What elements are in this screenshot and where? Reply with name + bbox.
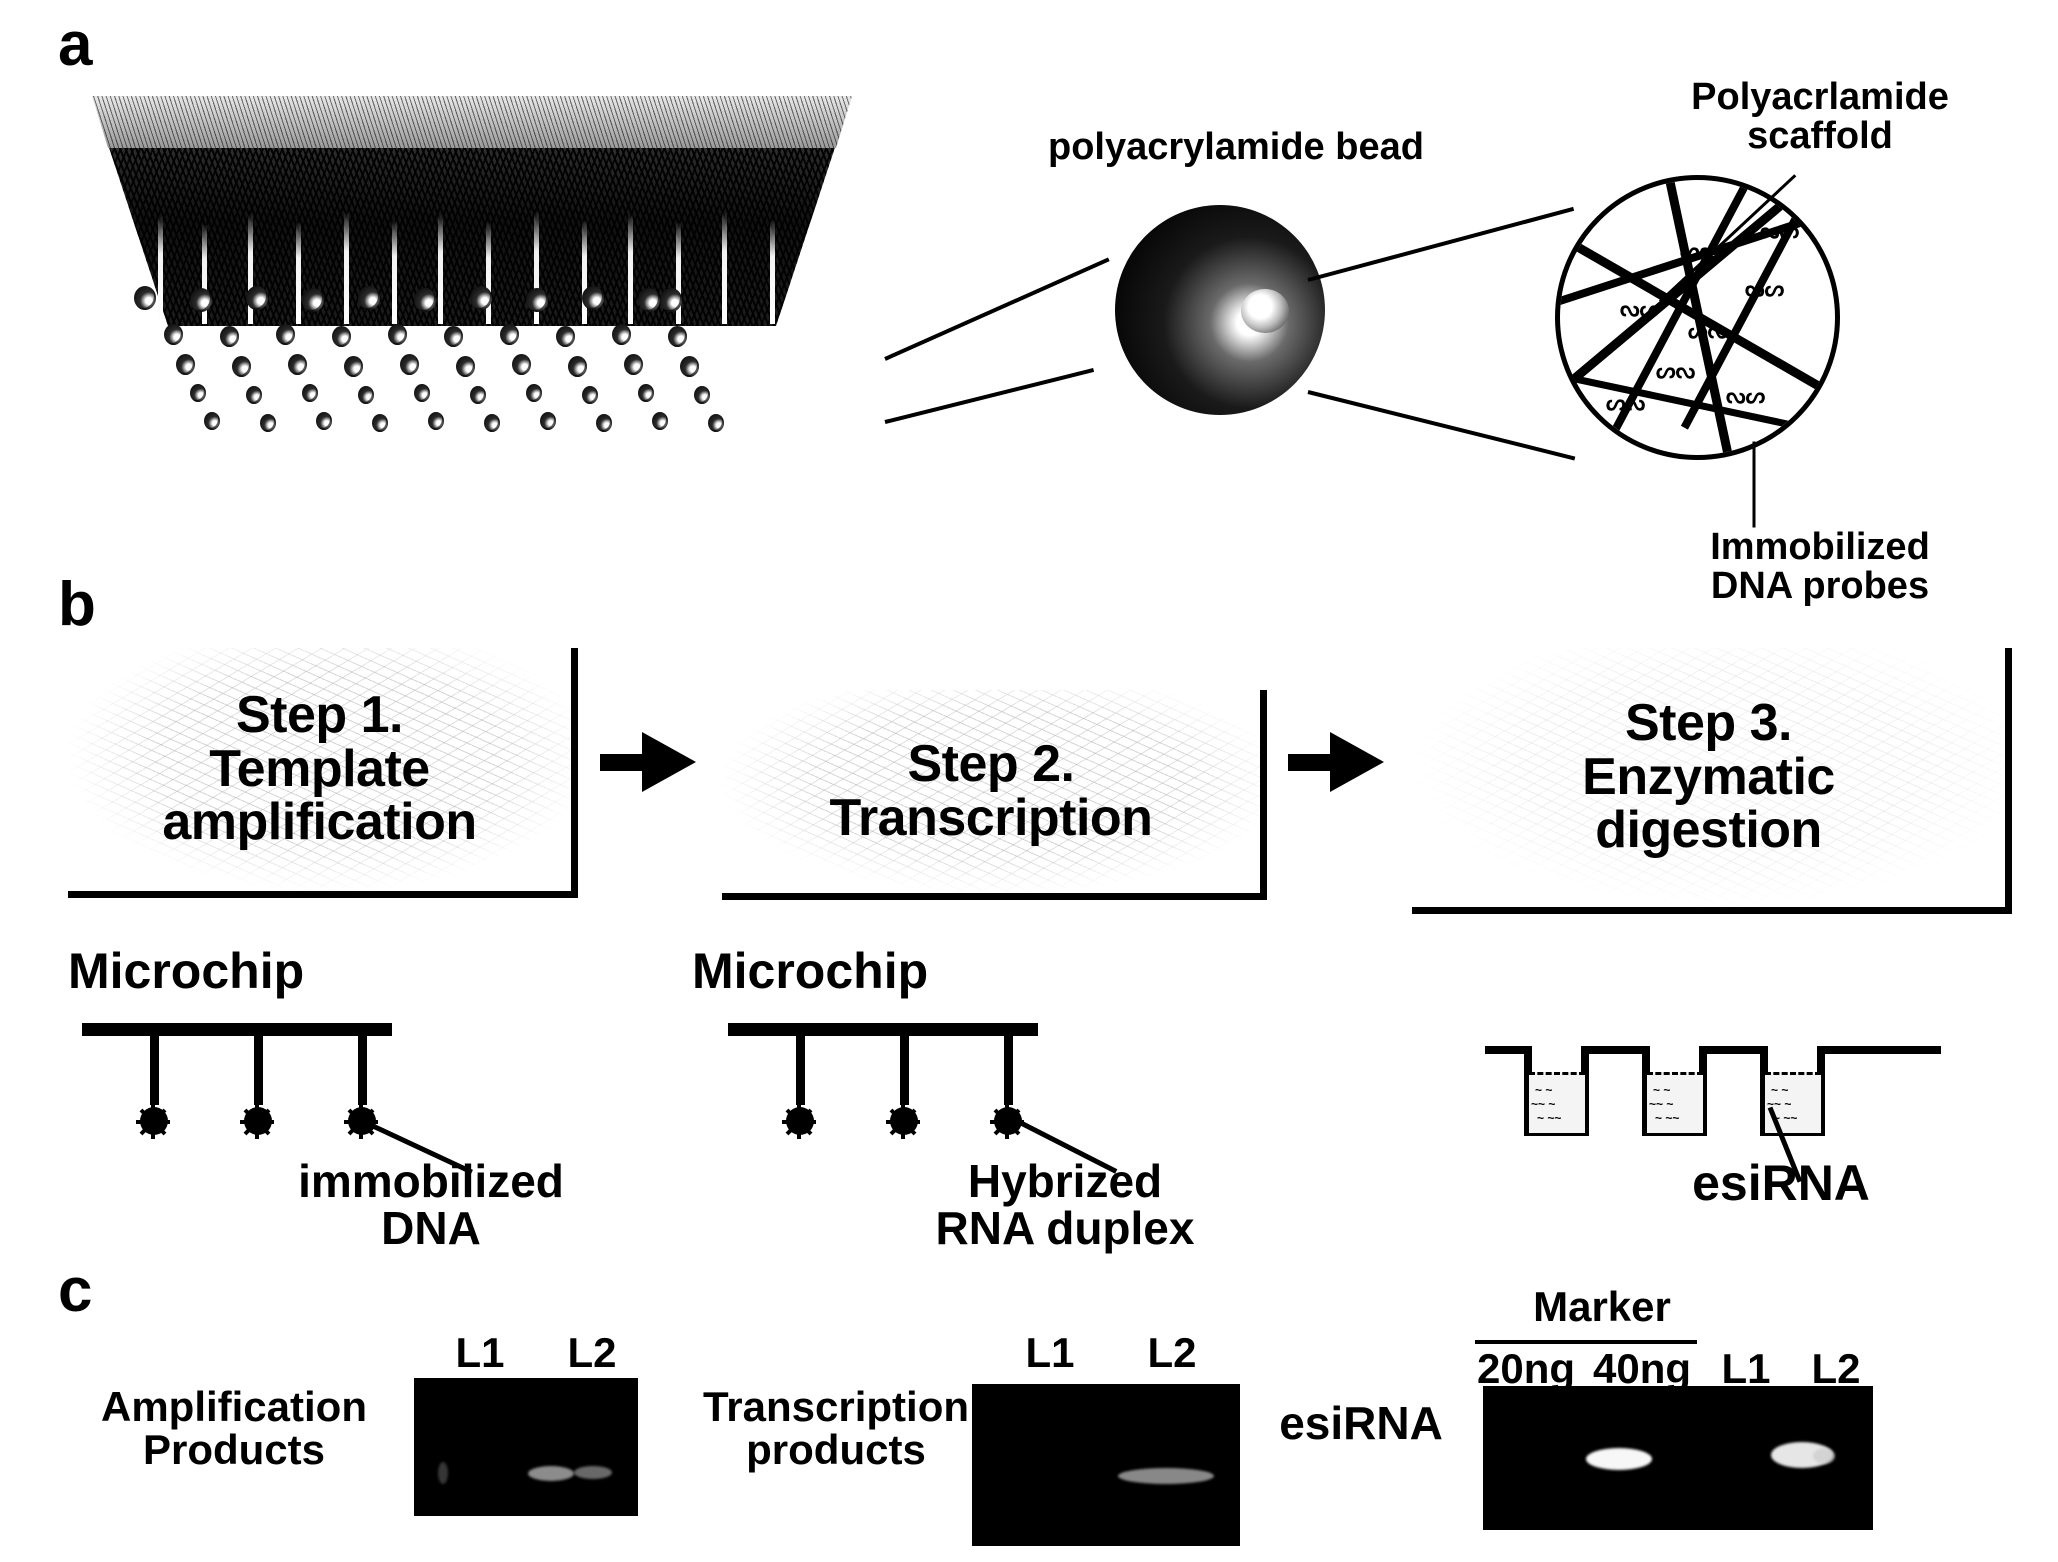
leader-line-chip-to-bead-lower <box>884 368 1095 424</box>
gel-3-band-l2-smear <box>1813 1448 1835 1464</box>
gel-image-esirna <box>1483 1386 1873 1530</box>
gel-1-band-l2b <box>574 1466 612 1479</box>
gel-3-lane-header-20ng: 20ng <box>1476 1345 1576 1392</box>
immobilized-dna-bead-1a <box>131 1098 177 1144</box>
microchip-label-1: Microchip <box>68 943 305 999</box>
step-1-number: Step 1. <box>236 686 404 745</box>
bead-stem-1b <box>254 1030 263 1105</box>
polyacrylamide-scaffold-label: Polyacrlamide scaffold <box>1691 76 1949 157</box>
step-3-line3: digestion <box>1595 801 1822 860</box>
step-2-line2: Transcription <box>829 788 1153 847</box>
microchip-label-2: Microchip <box>692 943 929 999</box>
hanging-bead-array <box>72 96 902 432</box>
gel-3-lane-header-l2: L2 <box>1811 1345 1861 1392</box>
microchip-surface-bar-1 <box>82 1023 392 1036</box>
leader-line-chip-to-bead-upper <box>884 257 1110 361</box>
gel-2-row-label: Transcription products <box>702 1383 970 1473</box>
immobilized-dna-bead-1b <box>235 1098 281 1144</box>
step-2-number: Step 2. <box>907 734 1075 793</box>
step-2-box[interactable]: Step 2. Transcription <box>722 690 1267 900</box>
gel-1-row-label: Amplification Products <box>100 1383 367 1473</box>
dna-probe-squiggle-icon: ᔓᔕ <box>1726 383 1766 408</box>
step-1-line2: Template <box>209 739 430 798</box>
dna-probe-squiggle-icon: ᔕᔓ <box>1606 390 1646 415</box>
gel-3-band-40ng <box>1586 1448 1652 1470</box>
gel-1-lane-header-l2: L2 <box>567 1329 617 1376</box>
panel-c-letter: c <box>58 1256 92 1325</box>
panel-b-letter: b <box>58 570 96 639</box>
gel-2-lane-header-l1: L1 <box>1025 1329 1075 1376</box>
dna-probe-squiggle-icon: ᔓᔕ <box>1760 218 1800 243</box>
rna-duplex-bead-2a <box>777 1098 823 1144</box>
bead-stem-1a <box>150 1030 159 1105</box>
gel-3-row-label: esiRNA <box>1279 1397 1443 1449</box>
arrow-right-icon-1 <box>600 732 696 792</box>
well-liquid-2: ~ ~ ~~ ~ ~ ~~ <box>1647 1072 1703 1133</box>
gel-1-band-l2a <box>528 1466 574 1481</box>
gel-3-lane-header-l1: L1 <box>1721 1345 1771 1392</box>
esirna-callout: esiRNA <box>1692 1155 1870 1211</box>
dna-probe-squiggle-icon: ᔓᔕ <box>1620 296 1660 321</box>
polyacrylamide-scaffold-magnifier: ᔓᔕ ᔕᔓ ᔓᔕ ᔕᔓ ᔓᔕ ᔕᔓ ᔓᔕ ᔕᔓ <box>1555 175 1840 460</box>
step-3-box[interactable]: Step 3. Enzymatic digestion <box>1412 648 2012 914</box>
leader-line-dna-probes-label <box>1752 441 1756 528</box>
gel-2-lane-header-l2: L2 <box>1147 1329 1197 1376</box>
well-liquid-1: ~ ~ ~~ ~ ~ ~~ <box>1529 1072 1585 1133</box>
polyacrylamide-bead-label: polyacrylamide bead <box>1048 126 1424 168</box>
rna-duplex-callout: Hybrized RNA duplex <box>935 1155 1195 1254</box>
dna-probe-squiggle-icon: ᔕᔓ <box>1656 358 1696 383</box>
gel-1-band-l1-trace <box>438 1462 448 1484</box>
bead-stem-1c <box>358 1030 367 1105</box>
leader-line-bead-to-scaffold-lower <box>1307 390 1576 461</box>
gel-3-marker-underline <box>1475 1340 1697 1344</box>
gel-3-marker-group-label: Marker <box>1533 1283 1671 1330</box>
bead-specular-highlight <box>1241 289 1289 333</box>
dna-probe-squiggle-icon: ᔓᔕ <box>1745 276 1785 301</box>
polyacrylamide-bead-illustration <box>1115 205 1325 415</box>
gel-1-lane-header-l1: L1 <box>455 1329 505 1376</box>
immobilized-dna-probes-label: Immobilized DNA probes <box>1710 526 1930 607</box>
microchip-surface-bar-2 <box>728 1023 1038 1036</box>
bead-stem-2a <box>796 1030 805 1105</box>
immobilized-dna-bead-1c <box>339 1098 385 1144</box>
step-1-line3: amplification <box>162 793 477 852</box>
gel-3-lane-header-40ng: 40ng <box>1592 1345 1692 1392</box>
step-1-box[interactable]: Step 1. Template amplification <box>68 648 578 898</box>
microwell-plate-schematic: ~ ~ ~~ ~ ~ ~~ ~ ~ ~~ ~ ~ ~~ ~ ~ ~~ ~ ~ ~… <box>1483 1036 1943 1146</box>
bead-stem-2c <box>1004 1030 1013 1105</box>
bead-stem-2b <box>900 1030 909 1105</box>
gel-image-transcription <box>972 1384 1240 1546</box>
immobilized-dna-callout: immobilized DNA <box>298 1155 564 1254</box>
step-3-line2: Enzymatic <box>1582 747 1835 806</box>
dna-probe-squiggle-icon: ᔕᔓ <box>1688 318 1728 343</box>
step-3-number: Step 3. <box>1625 694 1792 753</box>
gel-image-amplification <box>414 1378 638 1516</box>
arrow-right-icon-2 <box>1288 732 1384 792</box>
gel-2-band-l2 <box>1118 1468 1214 1484</box>
leader-line-bead-to-scaffold-upper <box>1307 206 1575 282</box>
rna-duplex-bead-2b <box>881 1098 927 1144</box>
panel-a-letter: a <box>58 10 92 79</box>
